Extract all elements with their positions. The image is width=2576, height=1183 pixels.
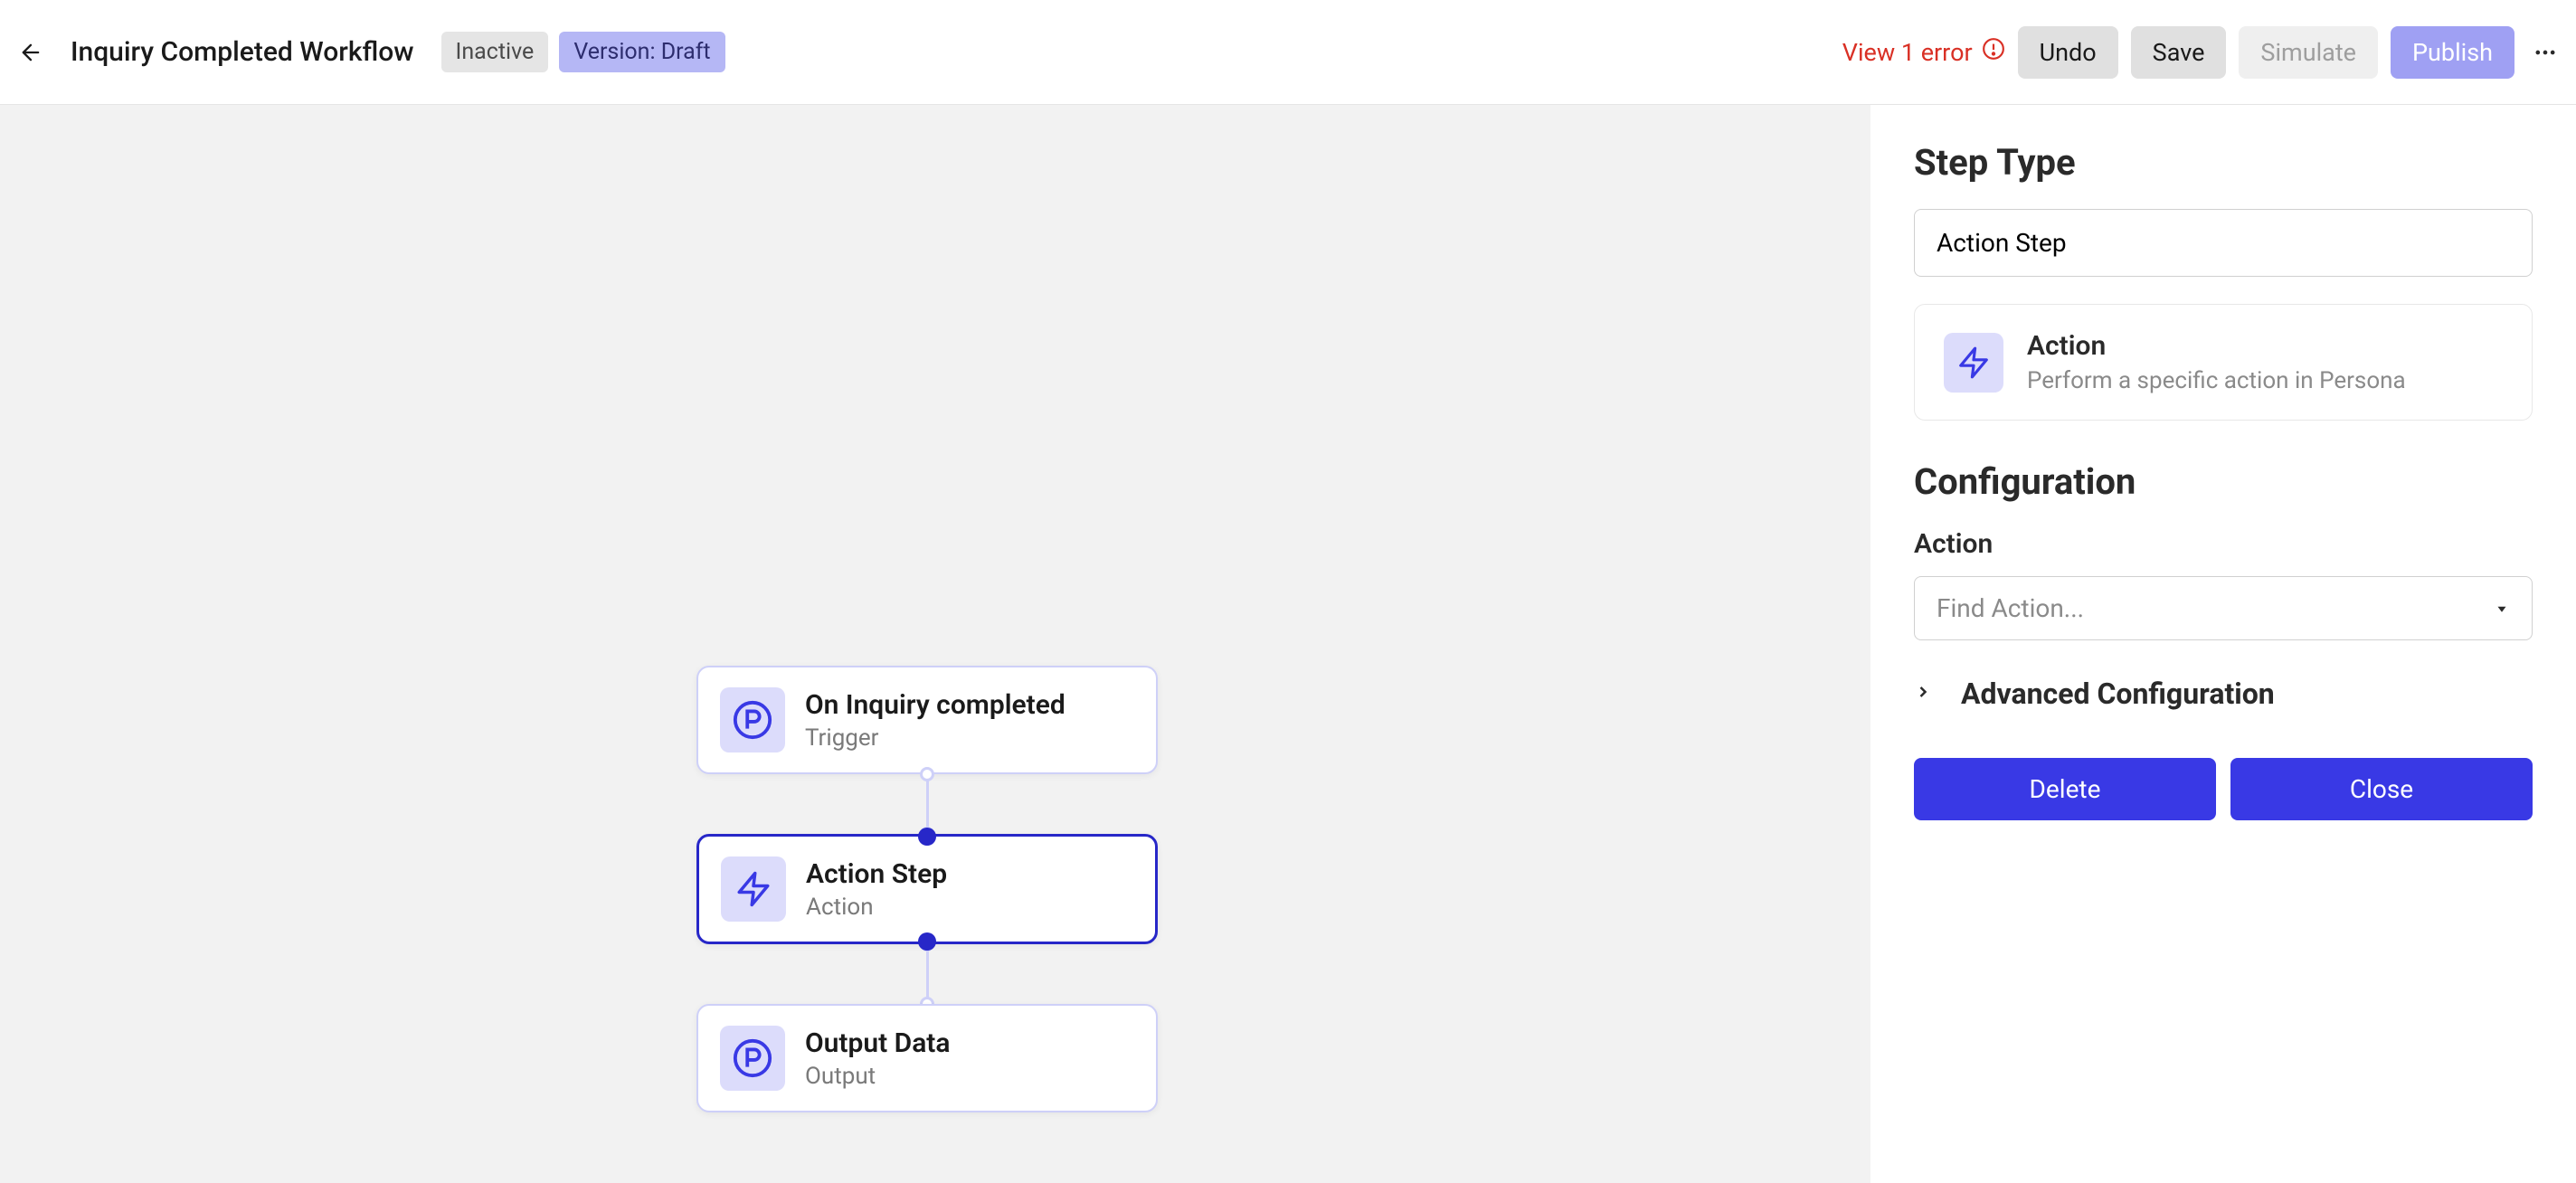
connector (926, 944, 929, 1004)
back-button[interactable] (18, 40, 43, 65)
view-error-link[interactable]: View 1 error (1842, 37, 2005, 67)
config-sidebar: Step Type Action Perform a specific acti… (1870, 105, 2576, 1183)
node-title: Output Data (805, 1027, 951, 1059)
node-subtitle: Action (806, 894, 947, 921)
lightning-icon (1944, 333, 2003, 393)
publish-button[interactable]: Publish (2391, 26, 2514, 79)
page-title: Inquiry Completed Workflow (71, 36, 414, 68)
action-select[interactable]: Find Action... (1914, 576, 2533, 640)
workflow-node-action[interactable]: Action Step Action (696, 834, 1158, 944)
persona-icon (720, 687, 785, 752)
persona-icon (720, 1026, 785, 1091)
node-title: On Inquiry completed (805, 689, 1065, 721)
action-field-label: Action (1914, 528, 2533, 560)
save-button[interactable]: Save (2131, 26, 2227, 79)
error-text: View 1 error (1842, 38, 1973, 67)
workflow-node-output[interactable]: Output Data Output (696, 1004, 1158, 1112)
step-type-heading: Step Type (1914, 141, 2533, 184)
workflow-canvas[interactable]: On Inquiry completed Trigger Acti (0, 105, 1870, 1183)
node-title: Action Step (806, 858, 947, 890)
step-type-input[interactable] (1914, 209, 2533, 277)
action-card-desc: Perform a specific action in Persona (2027, 367, 2406, 394)
error-icon (1982, 37, 2005, 67)
config-heading: Configuration (1914, 460, 2533, 503)
lightning-icon (721, 856, 786, 922)
undo-button[interactable]: Undo (2018, 26, 2118, 79)
caret-down-icon (2494, 593, 2510, 623)
delete-button[interactable]: Delete (1914, 758, 2216, 820)
version-badge: Version: Draft (559, 32, 724, 72)
more-menu-button[interactable] (2533, 40, 2558, 65)
action-card-title: Action (2027, 330, 2406, 362)
workflow-node-trigger[interactable]: On Inquiry completed Trigger (696, 666, 1158, 774)
close-button[interactable]: Close (2230, 758, 2533, 820)
connector (926, 774, 929, 834)
action-placeholder: Find Action... (1937, 593, 2084, 623)
status-badge: Inactive (441, 32, 549, 72)
advanced-config-label: Advanced Configuration (1961, 677, 2275, 711)
simulate-button: Simulate (2239, 26, 2378, 79)
advanced-config-toggle[interactable]: Advanced Configuration (1914, 677, 2533, 711)
node-subtitle: Output (805, 1063, 951, 1090)
chevron-right-icon (1914, 683, 1932, 705)
action-card[interactable]: Action Perform a specific action in Pers… (1914, 304, 2533, 421)
node-subtitle: Trigger (805, 724, 1065, 752)
